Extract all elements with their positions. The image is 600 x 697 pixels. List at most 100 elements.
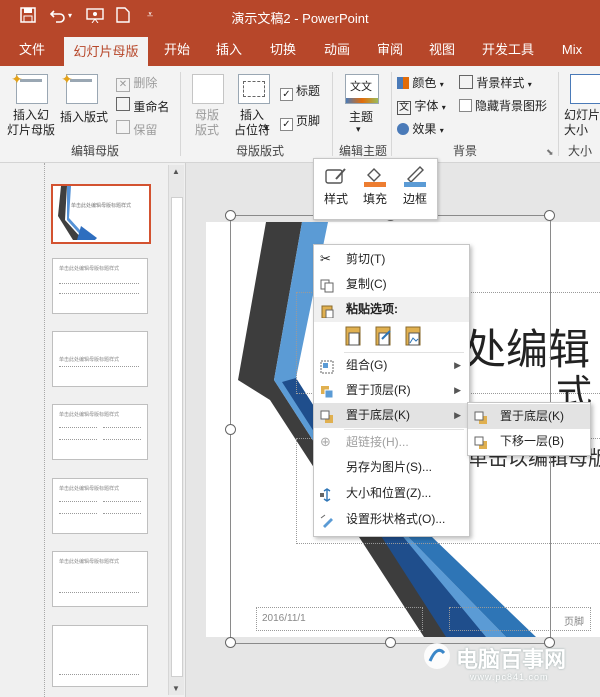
menu-item-format-shape[interactable]: 设置形状格式(O)...: [314, 507, 469, 532]
shape-fill-button[interactable]: 填充: [360, 165, 390, 213]
thumbnail-title: 单击此处编辑母版标题样式: [59, 266, 120, 272]
checkmark-icon: ✓: [280, 118, 293, 131]
tab-slide-master[interactable]: 幻灯片母版: [64, 37, 148, 66]
paste-options-header: 粘贴选项:: [314, 297, 469, 322]
paste-icon: [320, 302, 334, 319]
resize-handle[interactable]: [225, 424, 236, 435]
slide-thumbnail-layout[interactable]: 单击此处编辑母版标题样式: [52, 258, 148, 314]
theme-button[interactable]: 主题: [341, 108, 381, 125]
copy-icon: [320, 277, 334, 293]
size-position-icon: [320, 486, 334, 502]
pen-outline-icon: [404, 166, 426, 187]
submenu-item-send-backward[interactable]: 下移一层(B): [468, 429, 590, 454]
shape-outline-button[interactable]: 边框: [400, 165, 430, 213]
menu-item-size-and-position[interactable]: 大小和位置(Z)...: [314, 481, 469, 506]
tab-mix[interactable]: Mix: [556, 34, 588, 66]
checkbox-icon: [459, 99, 472, 112]
resize-handle[interactable]: [544, 210, 555, 221]
rename-button[interactable]: 重命名: [116, 97, 169, 115]
paste-keep-source-formatting-icon[interactable]: [374, 325, 394, 350]
context-menu: ✂ 剪切(T) 复制(C) 粘贴选项: 组合(G) ▶ 置于顶层(R) ▶ 置于…: [313, 244, 470, 537]
group-edit-theme-label: 编辑主题: [338, 144, 387, 158]
menu-item-bring-to-front[interactable]: 置于顶层(R) ▶: [314, 378, 469, 403]
tab-transitions[interactable]: 切换: [262, 34, 304, 66]
format-shape-icon: [320, 512, 334, 528]
slide-thumbnail-panel: 单击此处编辑母版标题样式 单击此处编辑母版标题样式 单击此处编辑母版标题样式 单…: [0, 163, 186, 697]
insert-layout-button[interactable]: 插入版式: [56, 108, 112, 125]
slide-thumbnail-layout[interactable]: 单击此处编辑母版标题样式: [52, 404, 148, 460]
ribbon-divider: [180, 72, 181, 156]
group-edit-master-label: 编辑母版: [70, 144, 119, 158]
fonts-button[interactable]: 文 字体 ▾: [397, 97, 446, 115]
theme-dropdown-icon[interactable]: ▾: [356, 124, 361, 135]
paste-as-picture-icon[interactable]: [404, 325, 424, 350]
menu-item-hyperlink[interactable]: ⊕ 超链接(H)...: [314, 430, 469, 455]
menu-item-save-as-picture[interactable]: 另存为图片(S)...: [314, 455, 469, 480]
send-to-back-icon: [474, 409, 488, 424]
insert-slide-master-button[interactable]: 插入幻 灯片母版: [2, 108, 60, 138]
scroll-down-icon[interactable]: ▼: [172, 684, 180, 693]
submenu-item-send-to-back[interactable]: 置于底层(K): [468, 404, 590, 429]
menu-item-copy[interactable]: 复制(C): [314, 272, 469, 297]
slide-thumbnail-blank[interactable]: [52, 625, 148, 687]
scroll-up-icon[interactable]: ▲: [172, 167, 180, 176]
submenu-arrow-icon: ▶: [454, 410, 461, 420]
group-icon: [320, 358, 334, 374]
thumbnail-connector: [44, 163, 45, 697]
tab-file[interactable]: 文件: [6, 34, 58, 66]
master-layout-icon: [192, 74, 224, 104]
colors-icon: [397, 77, 409, 89]
background-style-button[interactable]: 背景样式 ▾: [459, 74, 532, 91]
shape-style-button[interactable]: 样式: [321, 165, 351, 213]
tab-animations[interactable]: 动画: [317, 34, 357, 66]
slide-thumbnail-layout[interactable]: 单击此处编辑母版标题样式: [52, 478, 148, 534]
thumbnail-title: 单击此处编辑母版标题样式: [59, 357, 120, 363]
tab-review[interactable]: 审阅: [370, 34, 410, 66]
title-bar: ▾ ⩡ 演示文稿2 - PowerPoint: [0, 0, 600, 34]
resize-handle[interactable]: [225, 210, 236, 221]
hyperlink-icon: ⊕: [320, 434, 331, 449]
slide-thumbnail-layout[interactable]: 单击此处编辑母版标题样式: [52, 551, 148, 607]
scrollbar-thumb[interactable]: [171, 197, 183, 677]
tab-home[interactable]: 开始: [158, 34, 196, 66]
footer-text: 页脚: [564, 617, 584, 628]
group-master-layout-label: 母版版式: [235, 144, 284, 158]
slide-size-button[interactable]: 幻灯片 大小: [564, 108, 600, 138]
resize-handle[interactable]: [225, 637, 236, 648]
menu-item-cut[interactable]: ✂ 剪切(T): [314, 247, 469, 272]
menu-item-group[interactable]: 组合(G) ▶: [314, 353, 469, 378]
tab-developer[interactable]: 开发工具: [477, 34, 539, 66]
watermark-brand: 电脑百事网: [456, 647, 567, 672]
master-layout-button[interactable]: 母版 版式: [188, 108, 226, 138]
tab-view[interactable]: 视图: [423, 34, 461, 66]
send-to-back-submenu: 置于底层(K) 下移一层(B): [467, 402, 591, 456]
insert-layout-icon: ✦: [61, 71, 98, 104]
submenu-arrow-icon: ▶: [454, 360, 461, 370]
tab-insert[interactable]: 插入: [210, 34, 248, 66]
hide-background-checkbox[interactable]: 隐藏背景图形: [459, 97, 547, 114]
paint-bucket-icon: [459, 75, 473, 89]
ribbon-divider: [332, 72, 333, 156]
title-checkbox[interactable]: ✓ 标题: [280, 82, 320, 101]
paste-use-destination-theme-icon[interactable]: [344, 325, 364, 350]
footer-checkbox[interactable]: ✓ 页脚: [280, 112, 320, 131]
preserve-button[interactable]: 保留: [116, 120, 157, 138]
colors-button[interactable]: 颜色 ▾: [397, 74, 444, 91]
group-background-label: 背景: [452, 144, 477, 158]
placeholder-dropdown-icon[interactable]: ▾: [264, 123, 269, 134]
slide-thumbnail-layout[interactable]: 单击此处编辑母版标题样式: [52, 331, 148, 387]
checkmark-icon: ✓: [280, 88, 293, 101]
menu-item-send-to-back[interactable]: 置于底层(K) ▶: [314, 403, 469, 428]
resize-handle[interactable]: [385, 637, 396, 648]
ribbon: ✦ 插入幻 灯片母版 ✦ 插入版式 ✕ 删除 重命名 保留 编辑母版 母版 版式…: [0, 66, 600, 163]
effects-button[interactable]: 效果 ▾: [397, 120, 444, 137]
ribbon-tabs: 文件 幻灯片母版 开始 插入 切换 动画 审阅 视图 开发工具 Mix: [0, 34, 600, 66]
paint-bucket-icon: [364, 168, 386, 187]
dialog-launcher-icon[interactable]: ⬊: [546, 147, 554, 158]
preserve-icon: [116, 120, 130, 134]
thumbnail-scrollbar[interactable]: ▲ ▼: [168, 165, 184, 695]
mini-toolbar: 样式 填充 边框: [313, 158, 438, 220]
watermark-logo-icon: [422, 641, 452, 671]
slide-thumbnail-master[interactable]: 单击此处编辑母版标题样式: [51, 184, 151, 244]
delete-button[interactable]: ✕ 删除: [116, 74, 157, 92]
